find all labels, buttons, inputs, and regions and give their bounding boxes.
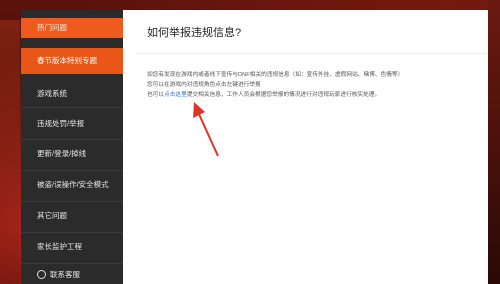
annotation-arrow-icon bbox=[193, 102, 219, 157]
